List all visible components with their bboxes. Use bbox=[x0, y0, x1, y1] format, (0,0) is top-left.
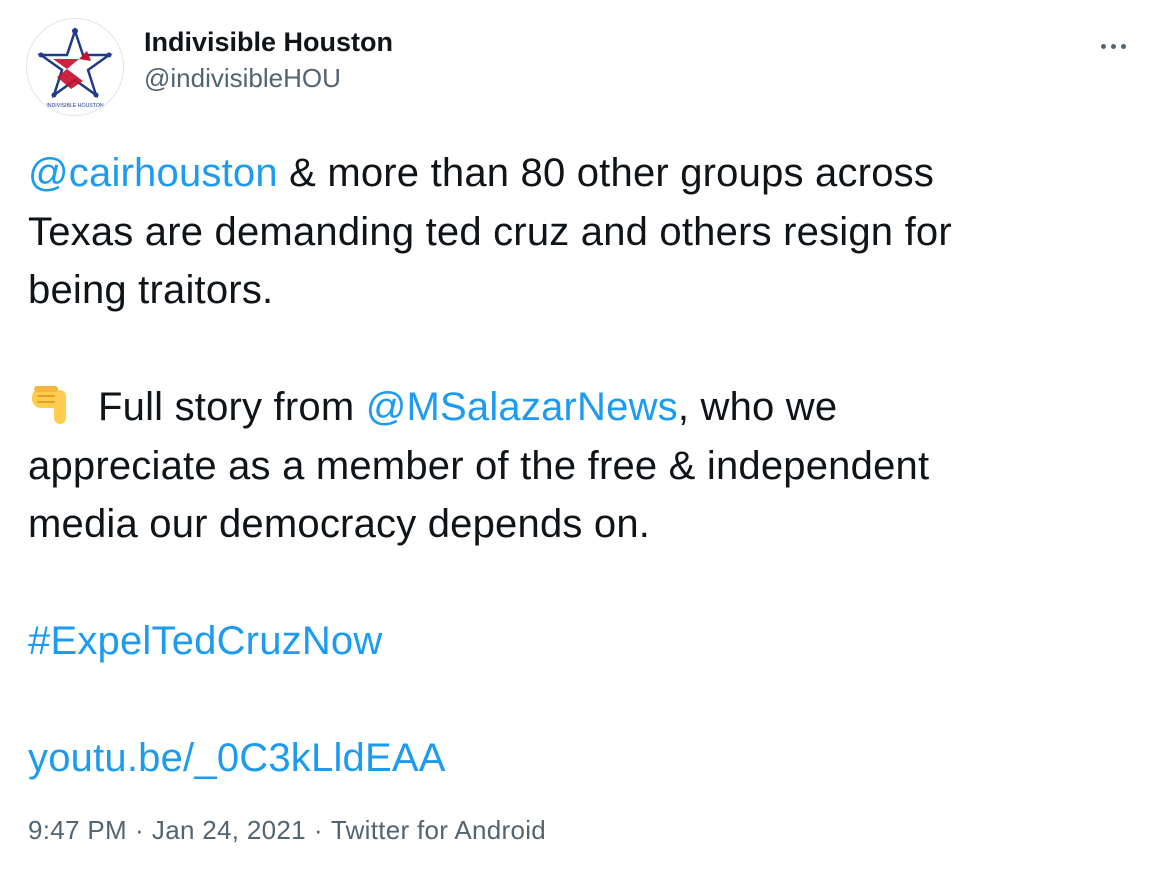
tweet-line-1: @cairhouston & more than 80 other groups… bbox=[28, 144, 1138, 203]
more-horizontal-icon bbox=[1101, 44, 1106, 49]
mention-link[interactable]: @cairhouston bbox=[28, 151, 278, 195]
tweet-time[interactable]: 9:47 PM bbox=[28, 815, 127, 845]
separator: · bbox=[313, 815, 323, 845]
tweet-text-segment: , who we bbox=[677, 385, 838, 429]
tweet-line-2: Texas are demanding ted cruz and others … bbox=[28, 209, 952, 254]
tweet-line-6: media our democracy depends on. bbox=[28, 502, 651, 546]
hashtag-link[interactable]: #ExpelTedCruzNow bbox=[28, 612, 1138, 671]
avatar[interactable]: INDIVISIBLE HOUSTON bbox=[26, 18, 124, 116]
avatar-logo-text: INDIVISIBLE HOUSTON bbox=[46, 103, 104, 109]
author-display-name[interactable]: Indivisible Houston bbox=[144, 24, 393, 60]
hashtag-text[interactable]: #ExpelTedCruzNow bbox=[28, 619, 382, 663]
tweet-metadata: 9:47 PM · Jan 24, 2021 · Twitter for Android bbox=[28, 812, 546, 848]
tweet-line-3: being traitors. bbox=[28, 268, 274, 312]
tweet-line-4: Full story from @MSalazarNews, who we bbox=[28, 378, 1138, 437]
tweet-text: @cairhouston & more than 80 other groups… bbox=[28, 144, 1138, 788]
tweet-date[interactable]: Jan 24, 2021 bbox=[152, 815, 306, 845]
tweet-line-5: appreciate as a member of the free & ind… bbox=[28, 443, 930, 488]
url-link[interactable]: youtu.be/_0C3kLldEAA bbox=[28, 729, 1138, 788]
tweet-card: INDIVISIBLE HOUSTON Indivisible Houston … bbox=[0, 0, 1156, 878]
tweet-text-segment: Full story from bbox=[98, 385, 366, 429]
tweet-source[interactable]: Twitter for Android bbox=[331, 815, 546, 845]
separator: · bbox=[134, 815, 144, 845]
pointing-down-emoji-icon bbox=[28, 382, 82, 426]
more-horizontal-icon bbox=[1121, 44, 1126, 49]
more-horizontal-icon bbox=[1111, 44, 1116, 49]
author-handle[interactable]: @indivisibleHOU bbox=[144, 60, 341, 96]
mention-link[interactable]: @MSalazarNews bbox=[366, 385, 678, 429]
more-options-button[interactable] bbox=[1094, 32, 1134, 60]
url-text[interactable]: youtu.be/_0C3kLldEAA bbox=[28, 736, 446, 780]
indivisible-houston-logo: INDIVISIBLE HOUSTON bbox=[37, 27, 113, 109]
tweet-text-segment: & more than 80 other groups across bbox=[277, 151, 935, 195]
